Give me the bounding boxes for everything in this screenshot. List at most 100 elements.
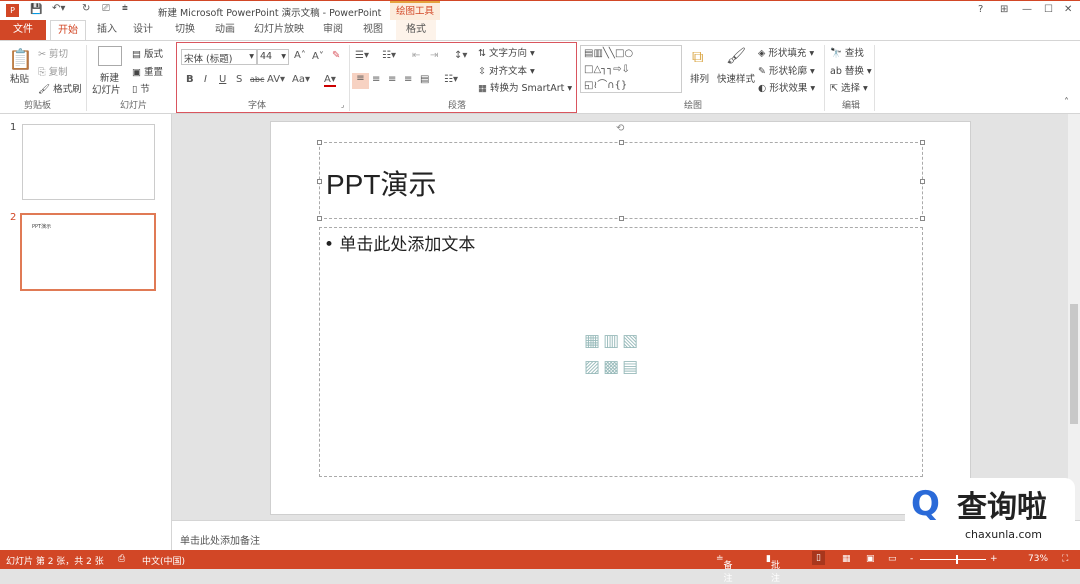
redo-icon[interactable]: ↻	[82, 3, 90, 14]
insert-content-icons[interactable]: ▦▥▧ ▨▩▤	[584, 328, 664, 380]
copy-button[interactable]: ⎘ 复制	[38, 64, 68, 78]
select-button[interactable]: ⇱ 选择 ▾	[830, 80, 868, 94]
align-center-button[interactable]: ≡	[372, 74, 380, 85]
title-placeholder[interactable]: PPT演示	[317, 140, 925, 221]
tab-review[interactable]: 审阅	[316, 20, 350, 41]
zoom-slider-thumb[interactable]	[956, 555, 958, 564]
text-direction-button[interactable]: ⇅ 文字方向 ▾	[478, 45, 535, 59]
vertical-scrollbar[interactable]	[1068, 114, 1080, 520]
bold-button[interactable]: B	[186, 74, 194, 85]
shrink-font-icon[interactable]: A˅	[312, 51, 324, 62]
presentation-icon[interactable]: ⎚	[102, 3, 110, 14]
slideshow-button[interactable]: ▭	[888, 554, 897, 564]
change-case-button[interactable]: Aa▾	[292, 74, 310, 85]
char-spacing-button[interactable]: AV▾	[267, 74, 285, 85]
align-text-button[interactable]: ⇳ 对齐文本 ▾	[478, 63, 535, 77]
spellcheck-icon[interactable]: ⎙	[118, 554, 125, 564]
columns-button[interactable]: ☷▾	[444, 74, 458, 85]
paste-button[interactable]: 粘贴	[10, 71, 29, 85]
underline-button[interactable]: U	[219, 74, 226, 85]
tab-file[interactable]: 文件	[0, 20, 46, 41]
undo-icon[interactable]: ↶▾	[52, 3, 65, 14]
slide-thumbnail-2[interactable]: PPT演示	[20, 213, 156, 291]
language-status[interactable]: 中文(中国)	[142, 554, 185, 567]
video-icon[interactable]: ▤	[622, 357, 641, 377]
zoom-in-button[interactable]: +	[990, 554, 998, 564]
italic-button[interactable]: I	[204, 74, 207, 85]
new-slide-dropdown[interactable]: 幻灯片	[92, 82, 121, 96]
font-size-select[interactable]: 44 ▾	[257, 49, 289, 65]
table-icon[interactable]: ▦	[584, 331, 603, 351]
quick-styles-button[interactable]: 快速样式	[717, 71, 755, 85]
tab-view[interactable]: 视图	[356, 20, 390, 41]
normal-view-button[interactable]: ▯	[812, 551, 825, 565]
strikethrough-button[interactable]: abc	[250, 75, 264, 84]
minimize-button[interactable]: —	[1022, 4, 1032, 15]
thumbnail-number: 2	[10, 212, 17, 223]
smartart-button[interactable]: ▦ 转换为 SmartArt ▾	[478, 80, 572, 94]
comments-button[interactable]: ▮ 批注	[766, 554, 780, 584]
reading-view-button[interactable]: ▣	[866, 554, 875, 564]
layout-button[interactable]: ▤ 版式	[132, 46, 163, 60]
shape-outline-button[interactable]: ✎ 形状轮廓 ▾	[758, 63, 815, 77]
format-painter-button[interactable]: 🖌 格式刷	[38, 81, 82, 95]
slide-title[interactable]: PPT演示	[326, 163, 436, 203]
chart-icon[interactable]: ▥	[603, 331, 622, 351]
slide-thumbnail-1[interactable]	[22, 124, 155, 200]
shapes-gallery[interactable]: ▤▥╲╲□○ □△┐┐⇨⇩ ◱≀⌒∩{}	[580, 45, 682, 93]
zoom-level[interactable]: 73%	[1028, 554, 1048, 564]
slide-body-text[interactable]: • 单击此处添加文本	[324, 230, 475, 255]
shape-effects-button[interactable]: ◐ 形状效果 ▾	[758, 80, 815, 94]
bullets-button[interactable]: ☰▾	[355, 50, 369, 61]
tab-design[interactable]: 设计	[126, 20, 160, 41]
tab-insert[interactable]: 插入	[90, 20, 124, 41]
fit-to-window-icon[interactable]: ⛶	[1062, 554, 1068, 564]
powerpoint-logo-icon: P	[6, 4, 19, 17]
tab-home[interactable]: 开始	[50, 20, 86, 41]
replace-button[interactable]: ab 替换 ▾	[830, 63, 872, 77]
justify-button[interactable]: ≡	[404, 74, 412, 85]
tab-animations[interactable]: 动画	[208, 20, 242, 41]
decrease-indent-button[interactable]: ⇤	[412, 50, 420, 61]
grow-font-icon[interactable]: A˄	[294, 50, 306, 61]
ribbon-display-button[interactable]: ⊞	[1000, 4, 1008, 15]
help-button[interactable]: ?	[978, 4, 983, 15]
notes-button[interactable]: ≐ 备注	[716, 554, 733, 584]
content-placeholder[interactable]: • 单击此处添加文本 ▦▥▧ ▨▩▤	[319, 227, 923, 477]
arrange-button[interactable]: 排列	[690, 71, 709, 85]
shape-fill-button[interactable]: ◈ 形状填充 ▾	[758, 45, 814, 59]
distributed-button[interactable]: ▤	[420, 74, 429, 85]
tab-format[interactable]: 格式	[396, 20, 436, 41]
section-button[interactable]: ▯ 节	[132, 81, 150, 95]
cut-button[interactable]: ✂ 剪切	[38, 46, 68, 60]
font-color-button[interactable]: A▾	[324, 74, 336, 87]
paste-icon: 📋	[8, 47, 33, 71]
find-button[interactable]: 🔭 查找	[830, 45, 864, 59]
maximize-button[interactable]: ☐	[1044, 4, 1053, 15]
zoom-slider[interactable]	[920, 555, 986, 564]
slide-sorter-button[interactable]: ▦	[842, 554, 851, 564]
ribbon: 📋 粘贴 ✂ 剪切 ⎘ 复制 🖌 格式刷 剪贴板 新建 幻灯片 ▤ 版式 ▣ 重…	[0, 40, 1080, 114]
online-picture-icon[interactable]: ▩	[603, 357, 622, 377]
smartart-icon[interactable]: ▧	[622, 331, 641, 351]
save-icon[interactable]: 💾	[30, 4, 42, 15]
reset-button[interactable]: ▣ 重置	[132, 64, 163, 78]
collapse-ribbon-icon[interactable]: ˄	[1064, 97, 1069, 108]
numbering-button[interactable]: ☷▾	[382, 50, 396, 61]
line-spacing-button[interactable]: ↕▾	[454, 50, 467, 61]
shadow-button[interactable]: S	[236, 74, 242, 85]
font-name-select[interactable]: 宋体 (标题) ▾	[181, 49, 257, 65]
increase-indent-button[interactable]: ⇥	[430, 50, 438, 61]
zoom-out-button[interactable]: -	[910, 554, 913, 564]
tab-slideshow[interactable]: 幻灯片放映	[250, 20, 308, 41]
align-right-button[interactable]: ≡	[388, 74, 396, 85]
close-button[interactable]: ✕	[1064, 4, 1072, 15]
rotate-handle-icon[interactable]: ⟲	[616, 123, 624, 134]
align-left-button[interactable]: ≡	[352, 73, 369, 89]
tab-transitions[interactable]: 切换	[168, 20, 202, 41]
notes-placeholder[interactable]: 单击此处添加备注	[180, 532, 260, 547]
clear-format-icon[interactable]: ✎	[332, 50, 340, 61]
customize-icon[interactable]: ⩧	[122, 3, 128, 14]
font-dialog-launcher[interactable]: ⌟	[341, 101, 344, 109]
picture-icon[interactable]: ▨	[584, 357, 603, 377]
